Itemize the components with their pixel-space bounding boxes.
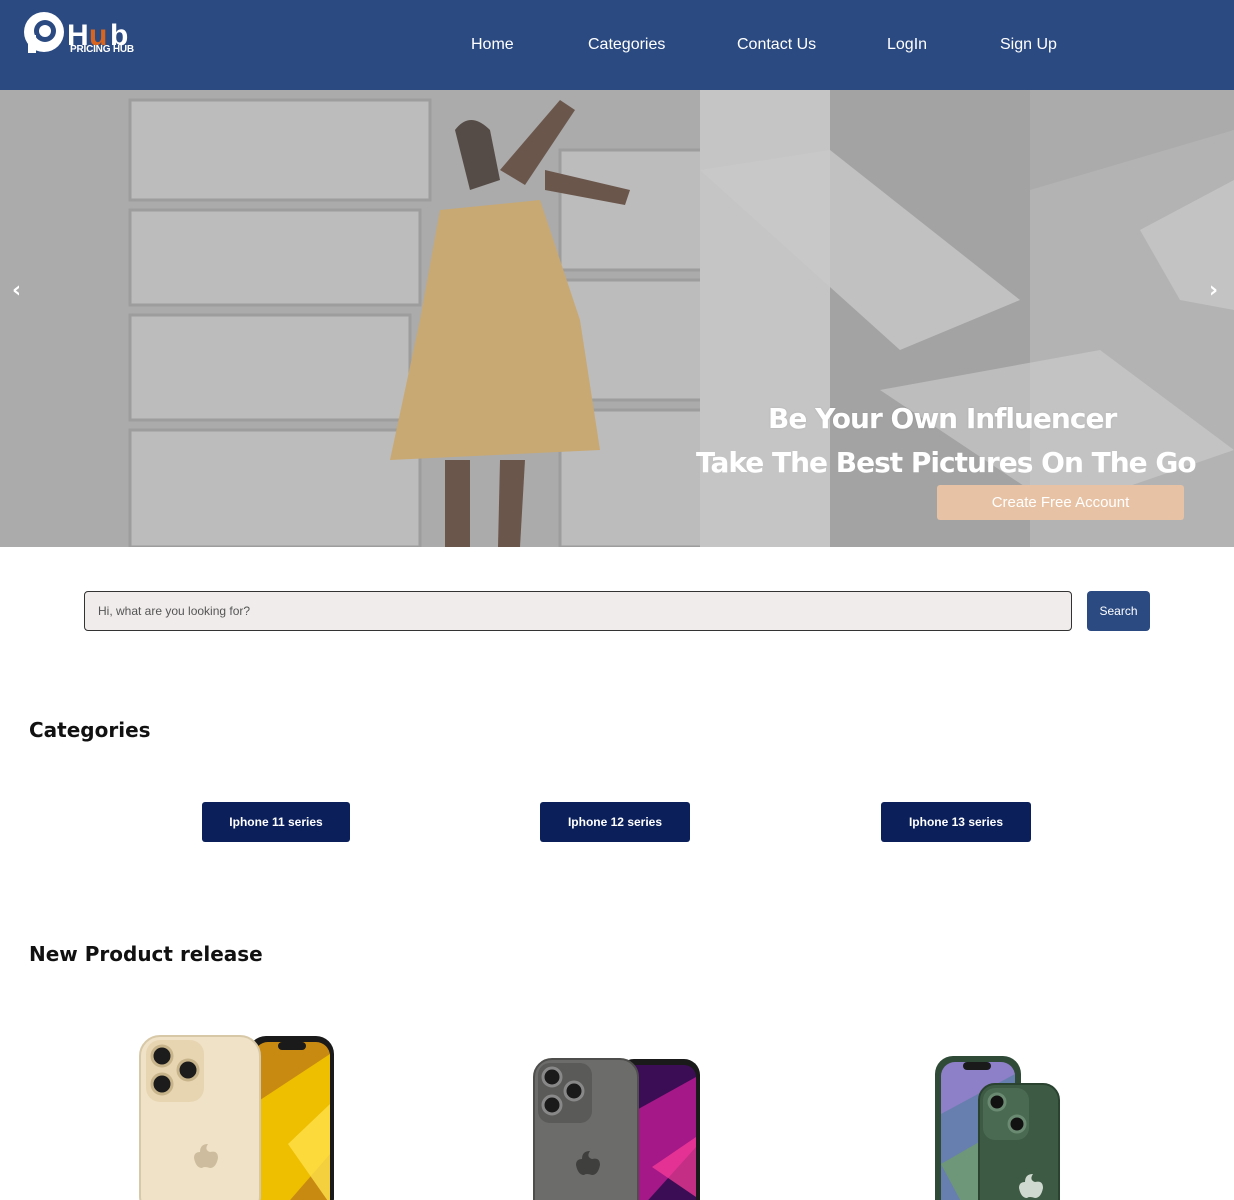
nav-sign-up[interactable]: Sign Up: [1000, 36, 1057, 54]
site-header: H u b PRICING HUB Home Categories Contac…: [0, 0, 1234, 90]
nav-categories[interactable]: Categories: [588, 36, 665, 54]
search-input[interactable]: [84, 591, 1072, 631]
nav-login[interactable]: LogIn: [887, 36, 927, 54]
category-iphone-12-button[interactable]: Iphone 12 series: [540, 802, 690, 842]
hero-headline: Be Your Own Influencer: [768, 402, 1117, 435]
nav-contact-us[interactable]: Contact Us: [737, 36, 816, 54]
carousel-next-icon[interactable]: ›: [1209, 278, 1218, 303]
nav-home[interactable]: Home: [471, 36, 514, 54]
product-image-graphite-iphone[interactable]: [532, 1057, 704, 1200]
product-image-green-iphone[interactable]: [933, 1054, 1061, 1200]
new-products-heading: New Product release: [29, 942, 263, 966]
hero-subheadline: Take The Best Pictures On The Go: [696, 446, 1197, 479]
hero-carousel: ‹ › Be Your Own Influencer Take The Best…: [0, 90, 1234, 547]
product-image-gold-iphone[interactable]: [138, 1034, 338, 1200]
categories-heading: Categories: [29, 718, 151, 742]
logo-subtitle: PRICING HUB: [70, 44, 134, 55]
create-account-button[interactable]: Create Free Account: [937, 485, 1184, 520]
search-button[interactable]: Search: [1087, 591, 1150, 631]
carousel-prev-icon[interactable]: ‹: [12, 278, 21, 303]
category-iphone-13-button[interactable]: Iphone 13 series: [881, 802, 1031, 842]
category-iphone-11-button[interactable]: Iphone 11 series: [202, 802, 350, 842]
